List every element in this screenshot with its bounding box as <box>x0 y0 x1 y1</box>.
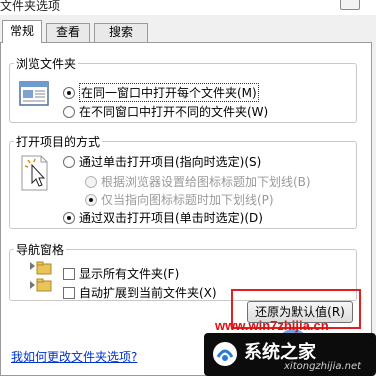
underline-browser-label: 根据浏览器设置给图标标题加下划线(B) <box>101 175 311 189</box>
window-title: 文件夹选项 <box>0 0 61 13</box>
watermark-url: www.win7zhijia.cn <box>215 318 329 333</box>
brand-logo-icon <box>213 342 237 366</box>
new-window-radio[interactable] <box>63 105 75 118</box>
underline-browser-radio <box>85 175 97 188</box>
same-window-radio[interactable] <box>63 86 75 99</box>
same-window-option[interactable]: 在同一窗口中打开每个文件夹(M) <box>63 83 259 102</box>
show-all-folders-option[interactable]: 显示所有文件夹(F) <box>63 265 179 282</box>
click-cursor-icon <box>21 155 48 191</box>
single-click-option[interactable]: 通过单击打开项目(指向时选定)(S) <box>63 153 261 170</box>
auto-expand-label: 自动扩展到当前文件夹(X) <box>79 286 217 300</box>
open-items-legend: 打开项目的方式 <box>16 135 101 149</box>
double-click-option[interactable]: 通过双击打开项目(单击时选定)(D) <box>63 209 263 226</box>
tab-label: 常规 <box>9 24 34 38</box>
tab-search[interactable]: 搜索 <box>94 23 148 42</box>
tab-general[interactable]: 常规 <box>2 20 42 43</box>
single-click-radio[interactable] <box>63 155 75 168</box>
new-window-option[interactable]: 在不同窗口中打开不同的文件夹(W) <box>63 103 268 120</box>
tab-view[interactable]: 查看 <box>46 23 90 42</box>
same-window-label: 在同一窗口中打开每个文件夹(M) <box>79 83 259 102</box>
double-click-radio[interactable] <box>63 211 75 224</box>
browse-folders-legend: 浏览文件夹 <box>16 57 77 71</box>
folder-options-dialog: 常规 查看 搜索 浏览文件夹 在同一窗口中打开每个文件夹(M) 在不同窗口中打开… <box>0 15 376 376</box>
tab-label: 查看 <box>55 25 80 39</box>
watermark-brand-bar: 系统之家 xitongzhijia.net <box>204 333 376 376</box>
auto-expand-option[interactable]: 自动扩展到当前文件夹(X) <box>63 284 217 301</box>
underline-browser-option: 根据浏览器设置给图标标题加下划线(B) <box>85 173 311 190</box>
underline-point-label: 仅当指向图标标题时加下划线(P) <box>101 193 274 207</box>
show-all-folders-label: 显示所有文件夹(F) <box>79 267 180 281</box>
show-all-folders-checkbox[interactable] <box>63 267 75 280</box>
window-icon <box>19 81 49 106</box>
help-link[interactable]: 我如何更改文件夹选项? <box>11 348 137 365</box>
underline-point-option: 仅当指向图标标题时加下划线(P) <box>85 191 274 208</box>
double-click-label: 通过双击打开项目(单击时选定)(D) <box>79 211 263 225</box>
close-button[interactable] <box>340 0 360 10</box>
nav-pane-legend: 导航窗格 <box>16 243 65 257</box>
title-bar: 文件夹选项 <box>0 0 376 15</box>
auto-expand-checkbox[interactable] <box>63 286 75 299</box>
single-click-label: 通过单击打开项目(指向时选定)(S) <box>79 155 262 169</box>
brand-site: xitongzhijia.net <box>284 361 362 372</box>
tab-label: 搜索 <box>108 25 133 39</box>
folder-tree-icon <box>30 261 52 292</box>
general-tab-panel: 浏览文件夹 在同一窗口中打开每个文件夹(M) 在不同窗口中打开不同的文件夹(W)… <box>0 42 372 376</box>
underline-point-radio <box>85 193 97 206</box>
new-window-label: 在不同窗口中打开不同的文件夹(W) <box>79 105 269 119</box>
